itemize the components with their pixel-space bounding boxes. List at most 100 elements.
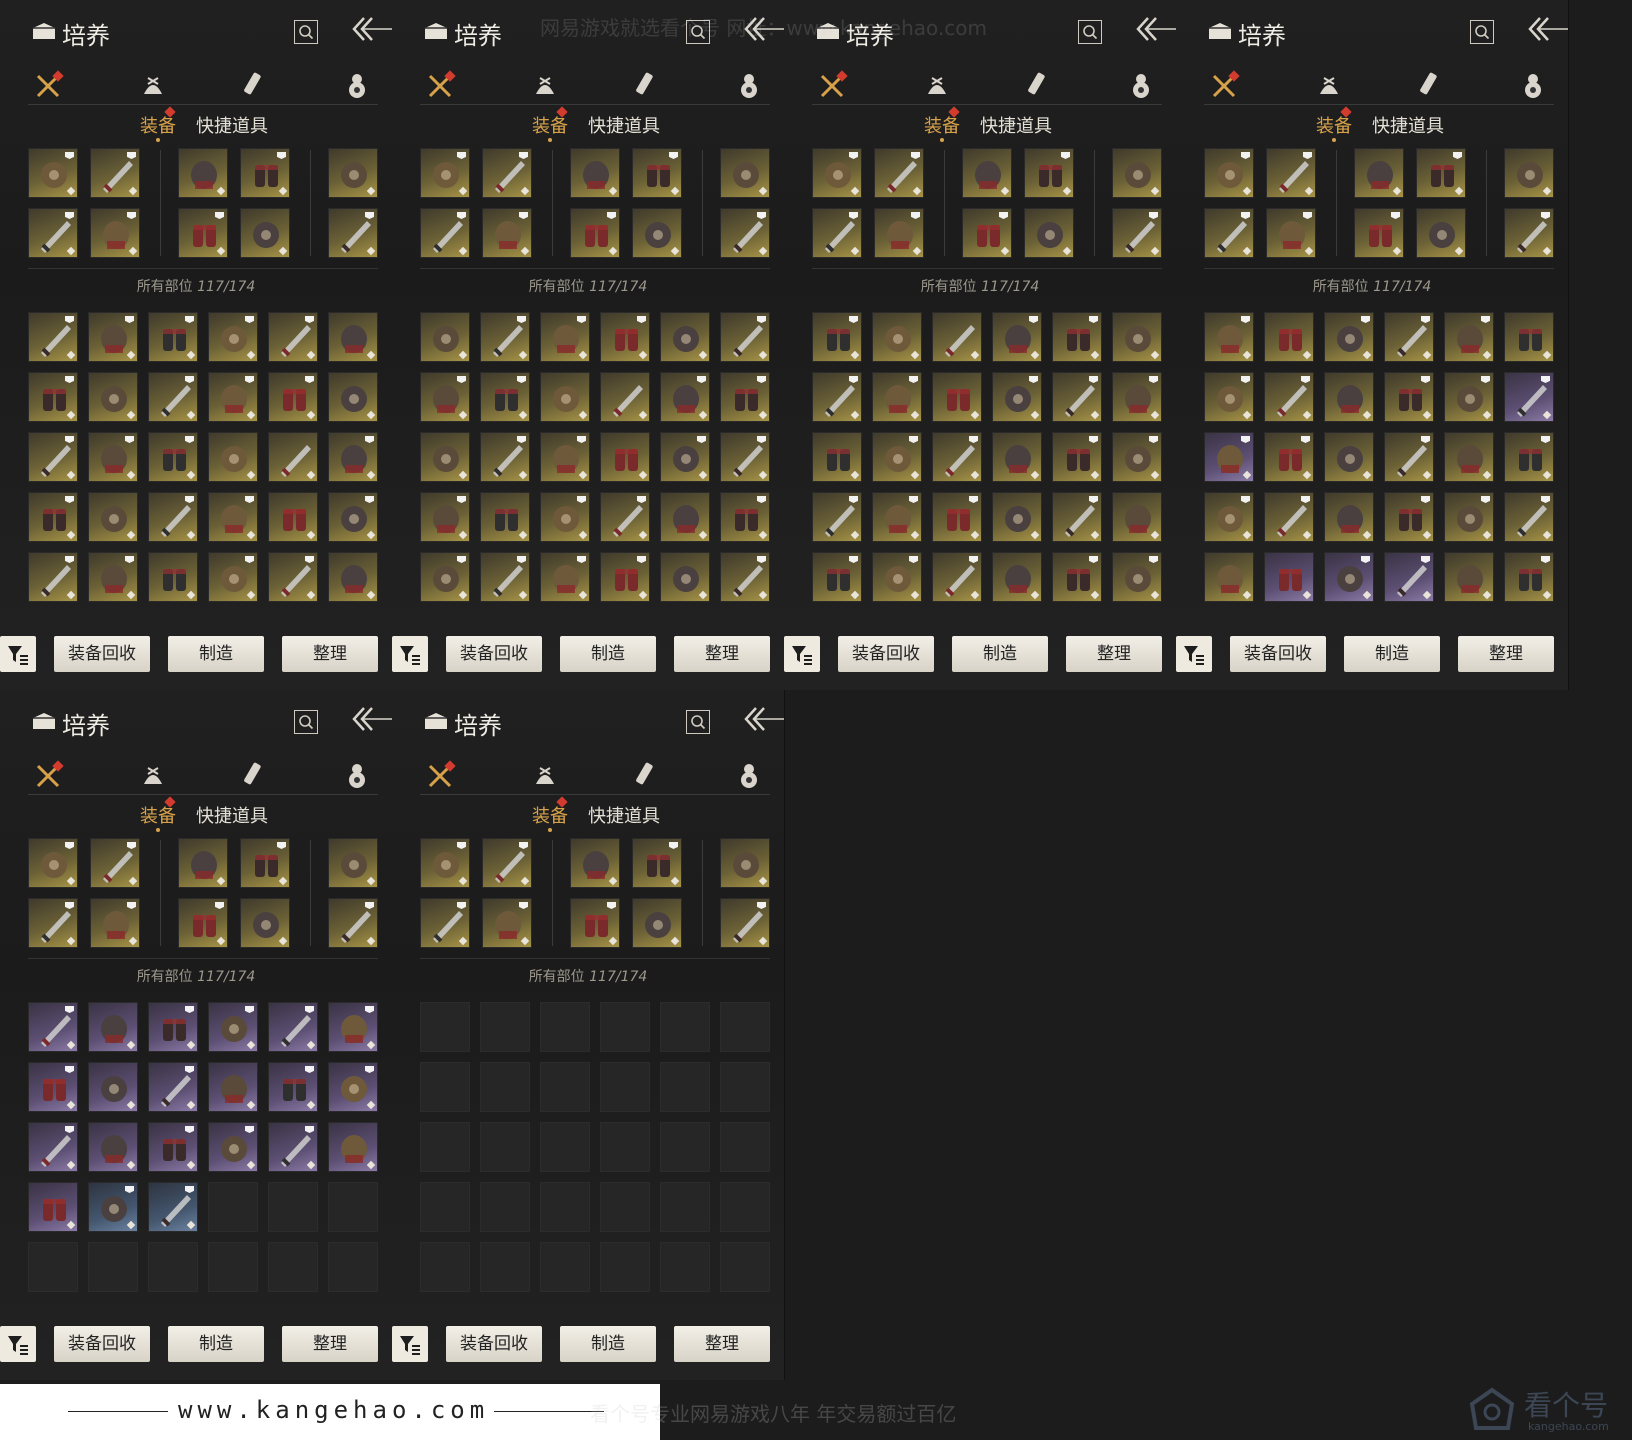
- inventory-slot[interactable]: [1384, 312, 1434, 362]
- inventory-slot[interactable]: [992, 372, 1042, 422]
- inventory-slot[interactable]: [88, 432, 138, 482]
- back-button[interactable]: [1134, 14, 1176, 44]
- inventory-slot[interactable]: [600, 312, 650, 362]
- inventory-slot[interactable]: [660, 372, 710, 422]
- equipped-slot[interactable]: [570, 148, 620, 198]
- inventory-slot[interactable]: [812, 372, 862, 422]
- equipped-slot[interactable]: [240, 148, 290, 198]
- inventory-slot[interactable]: [540, 312, 590, 362]
- inventory-slot[interactable]: [88, 1182, 138, 1232]
- inventory-slot[interactable]: [28, 492, 78, 542]
- inventory-slot[interactable]: [1504, 552, 1554, 602]
- sort-button[interactable]: 整理: [282, 1326, 378, 1362]
- inventory-slot[interactable]: [660, 492, 710, 542]
- inventory-slot[interactable]: [28, 1122, 78, 1172]
- equipped-slot[interactable]: [1266, 208, 1316, 258]
- inventory-slot[interactable]: [328, 312, 378, 362]
- inventory-slot[interactable]: [328, 1062, 378, 1112]
- inventory-slot[interactable]: [872, 552, 922, 602]
- tab-weapon[interactable]: [426, 760, 456, 790]
- inventory-slot[interactable]: [992, 432, 1042, 482]
- inventory-slot[interactable]: [420, 432, 470, 482]
- tab-equipment[interactable]: 装备: [532, 112, 568, 138]
- inventory-slot[interactable]: [1204, 432, 1254, 482]
- equipped-slot[interactable]: [328, 898, 378, 948]
- sort-button[interactable]: 整理: [1458, 636, 1554, 672]
- equipped-slot[interactable]: [482, 208, 532, 258]
- inventory-slot[interactable]: [1264, 552, 1314, 602]
- tab-scroll[interactable]: [1024, 70, 1054, 100]
- inventory-slot[interactable]: [1052, 492, 1102, 542]
- inventory-slot[interactable]: [1324, 492, 1374, 542]
- tab-gourd[interactable]: [342, 760, 372, 790]
- equipped-slot[interactable]: [178, 838, 228, 888]
- inventory-slot[interactable]: [1264, 492, 1314, 542]
- tab-weapon[interactable]: [1210, 70, 1240, 100]
- tab-pouch[interactable]: [138, 70, 168, 100]
- equipped-slot[interactable]: [1504, 148, 1554, 198]
- inventory-slot[interactable]: [600, 372, 650, 422]
- search-button[interactable]: [1078, 20, 1102, 44]
- equipped-slot[interactable]: [28, 838, 78, 888]
- search-button[interactable]: [294, 20, 318, 44]
- tab-gourd[interactable]: [734, 70, 764, 100]
- equipped-slot[interactable]: [90, 148, 140, 198]
- inventory-slot[interactable]: [28, 552, 78, 602]
- inventory-slot[interactable]: [268, 432, 318, 482]
- inventory-slot[interactable]: [720, 372, 770, 422]
- inventory-slot[interactable]: [268, 312, 318, 362]
- equipped-slot[interactable]: [328, 148, 378, 198]
- equipped-slot[interactable]: [570, 838, 620, 888]
- inventory-slot[interactable]: [28, 432, 78, 482]
- inventory-slot[interactable]: [1112, 372, 1162, 422]
- equipped-slot[interactable]: [240, 898, 290, 948]
- recycle-button[interactable]: 装备回收: [446, 636, 542, 672]
- inventory-slot[interactable]: [1052, 372, 1102, 422]
- tab-pouch[interactable]: [530, 70, 560, 100]
- inventory-slot[interactable]: [88, 492, 138, 542]
- inventory-slot[interactable]: [28, 372, 78, 422]
- inventory-slot[interactable]: [88, 1122, 138, 1172]
- equipped-slot[interactable]: [1024, 148, 1074, 198]
- tab-weapon[interactable]: [818, 70, 848, 100]
- equipped-slot[interactable]: [420, 898, 470, 948]
- filter-button[interactable]: [392, 636, 428, 672]
- tab-scroll[interactable]: [1416, 70, 1446, 100]
- inventory-slot[interactable]: [992, 312, 1042, 362]
- equipped-slot[interactable]: [962, 208, 1012, 258]
- equipped-slot[interactable]: [812, 148, 862, 198]
- back-button[interactable]: [1526, 14, 1568, 44]
- back-button[interactable]: [350, 704, 392, 734]
- inventory-slot[interactable]: [148, 1002, 198, 1052]
- inventory-slot[interactable]: [1504, 432, 1554, 482]
- equipped-slot[interactable]: [28, 148, 78, 198]
- equipped-slot[interactable]: [90, 208, 140, 258]
- equipped-slot[interactable]: [1204, 148, 1254, 198]
- inventory-slot[interactable]: [208, 1062, 258, 1112]
- inventory-slot[interactable]: [812, 432, 862, 482]
- inventory-slot[interactable]: [88, 1002, 138, 1052]
- inventory-slot[interactable]: [328, 1122, 378, 1172]
- sort-button[interactable]: 整理: [1066, 636, 1162, 672]
- inventory-slot[interactable]: [660, 432, 710, 482]
- inventory-slot[interactable]: [1204, 372, 1254, 422]
- equipped-slot[interactable]: [482, 838, 532, 888]
- inventory-slot[interactable]: [148, 1182, 198, 1232]
- inventory-slot[interactable]: [932, 432, 982, 482]
- equipped-slot[interactable]: [812, 208, 862, 258]
- recycle-button[interactable]: 装备回收: [838, 636, 934, 672]
- inventory-slot[interactable]: [812, 312, 862, 362]
- equipped-slot[interactable]: [632, 898, 682, 948]
- equipped-slot[interactable]: [632, 838, 682, 888]
- inventory-slot[interactable]: [540, 492, 590, 542]
- inventory-slot[interactable]: [872, 372, 922, 422]
- filter-button[interactable]: [784, 636, 820, 672]
- equipped-slot[interactable]: [28, 898, 78, 948]
- craft-button[interactable]: 制造: [952, 636, 1048, 672]
- inventory-slot[interactable]: [1052, 552, 1102, 602]
- inventory-slot[interactable]: [480, 432, 530, 482]
- tab-quick-items[interactable]: 快捷道具: [588, 802, 660, 828]
- inventory-slot[interactable]: [148, 372, 198, 422]
- inventory-slot[interactable]: [600, 552, 650, 602]
- inventory-slot[interactable]: [1384, 432, 1434, 482]
